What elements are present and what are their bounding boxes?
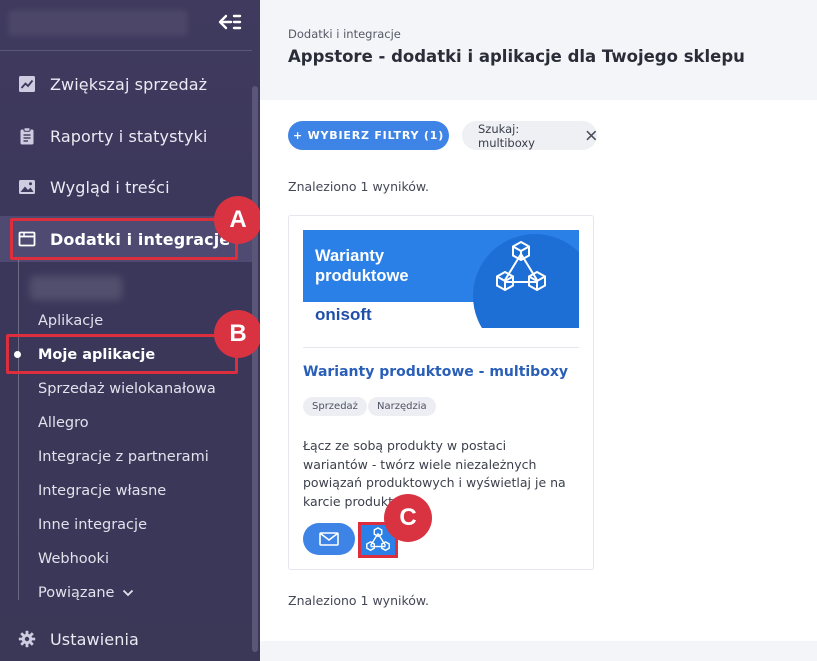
submenu-item-integracje-z-partnerami[interactable]: Integracje z partnerami: [38, 445, 209, 469]
submenu-guide-line: [18, 260, 19, 600]
image-icon: [19, 180, 35, 194]
app-banner[interactable]: Warianty produktowe onisoft: [303, 230, 579, 328]
submenu-item-webhooki[interactable]: Webhooki: [38, 547, 109, 571]
store-name-blurred: [8, 10, 188, 36]
nav-item-ustawienia[interactable]: Ustawienia: [0, 616, 252, 661]
results-count-top: Znaleziono 1 wyników.: [288, 179, 429, 194]
marker-b: B: [214, 310, 262, 358]
search-filter-chip[interactable]: Szukaj: multiboxy: [462, 121, 597, 150]
choose-filters-button[interactable]: + WYBIERZ FILTRY (1): [288, 121, 449, 150]
app-title-link[interactable]: Warianty produktowe - multiboxy: [303, 364, 568, 380]
card-divider: [303, 347, 579, 348]
contact-button[interactable]: [303, 523, 355, 555]
marker-a: A: [214, 196, 262, 244]
sidebar-scrollbar[interactable]: [252, 86, 258, 652]
submenu-item-allegro[interactable]: Allegro: [38, 411, 89, 435]
onisoft-logo: onisoft: [315, 305, 372, 324]
chevron-down-icon: [123, 589, 134, 597]
nav-item-label: Ustawienia: [50, 629, 139, 649]
banner-title-line2: produktowe: [315, 267, 409, 285]
submenu-item-label: Powiązane: [38, 585, 115, 601]
nav-item-label: Zwiększaj sprzedaż: [50, 74, 208, 94]
gear-icon: [18, 630, 36, 648]
marker-c: C: [384, 494, 432, 542]
envelope-icon: [319, 532, 339, 546]
footer-band: [260, 641, 817, 661]
page-title: Appstore - dodatki i aplikacje dla Twoje…: [288, 47, 745, 66]
banner-title-line1: Warianty: [315, 247, 385, 265]
collapse-sidebar-icon[interactable]: [216, 11, 242, 33]
app-description: Łącz ze sobą produkty w postaci wariantó…: [303, 438, 566, 509]
nav-item-zwiekszaj-sprzedaz[interactable]: Zwiększaj sprzedaż: [0, 61, 252, 107]
tag-narzedzia: Narzędzia: [368, 397, 436, 416]
chart-line-icon: [19, 76, 35, 92]
highlight-box-b: [6, 334, 238, 374]
banner-title: Warianty produktowe: [315, 246, 409, 286]
close-icon[interactable]: [586, 130, 597, 141]
highlight-box-a: [10, 218, 238, 260]
submenu-item-sprzedaz-wielokanalowa[interactable]: Sprzedaż wielokanałowa: [38, 377, 216, 401]
search-chip-label: Szukaj: multiboxy: [478, 121, 535, 150]
tag-sprzedaz: Sprzedaż: [303, 397, 367, 416]
submenu-item-integracje-wlasne[interactable]: Integracje własne: [38, 479, 166, 503]
breadcrumb[interactable]: Dodatki i integracje: [288, 27, 401, 41]
clipboard-icon: [20, 127, 34, 145]
submenu-item-aplikacje[interactable]: Aplikacje: [38, 309, 103, 333]
results-count-bottom: Znaleziono 1 wyników.: [288, 593, 429, 608]
submenu-item-inne-integracje[interactable]: Inne integracje: [38, 513, 147, 537]
nav-item-wyglad[interactable]: Wygląd i treści: [0, 164, 252, 210]
submenu-item-powiazane[interactable]: Powiązane: [38, 581, 134, 605]
nav-item-label: Wygląd i treści: [50, 177, 170, 197]
cube-network-icon: [496, 240, 546, 292]
nav-item-label: Raporty i statystyki: [50, 126, 208, 146]
nav-item-raporty[interactable]: Raporty i statystyki: [0, 113, 252, 159]
submenu-blurred-item: [30, 276, 122, 300]
sidebar-divider: [0, 50, 252, 51]
